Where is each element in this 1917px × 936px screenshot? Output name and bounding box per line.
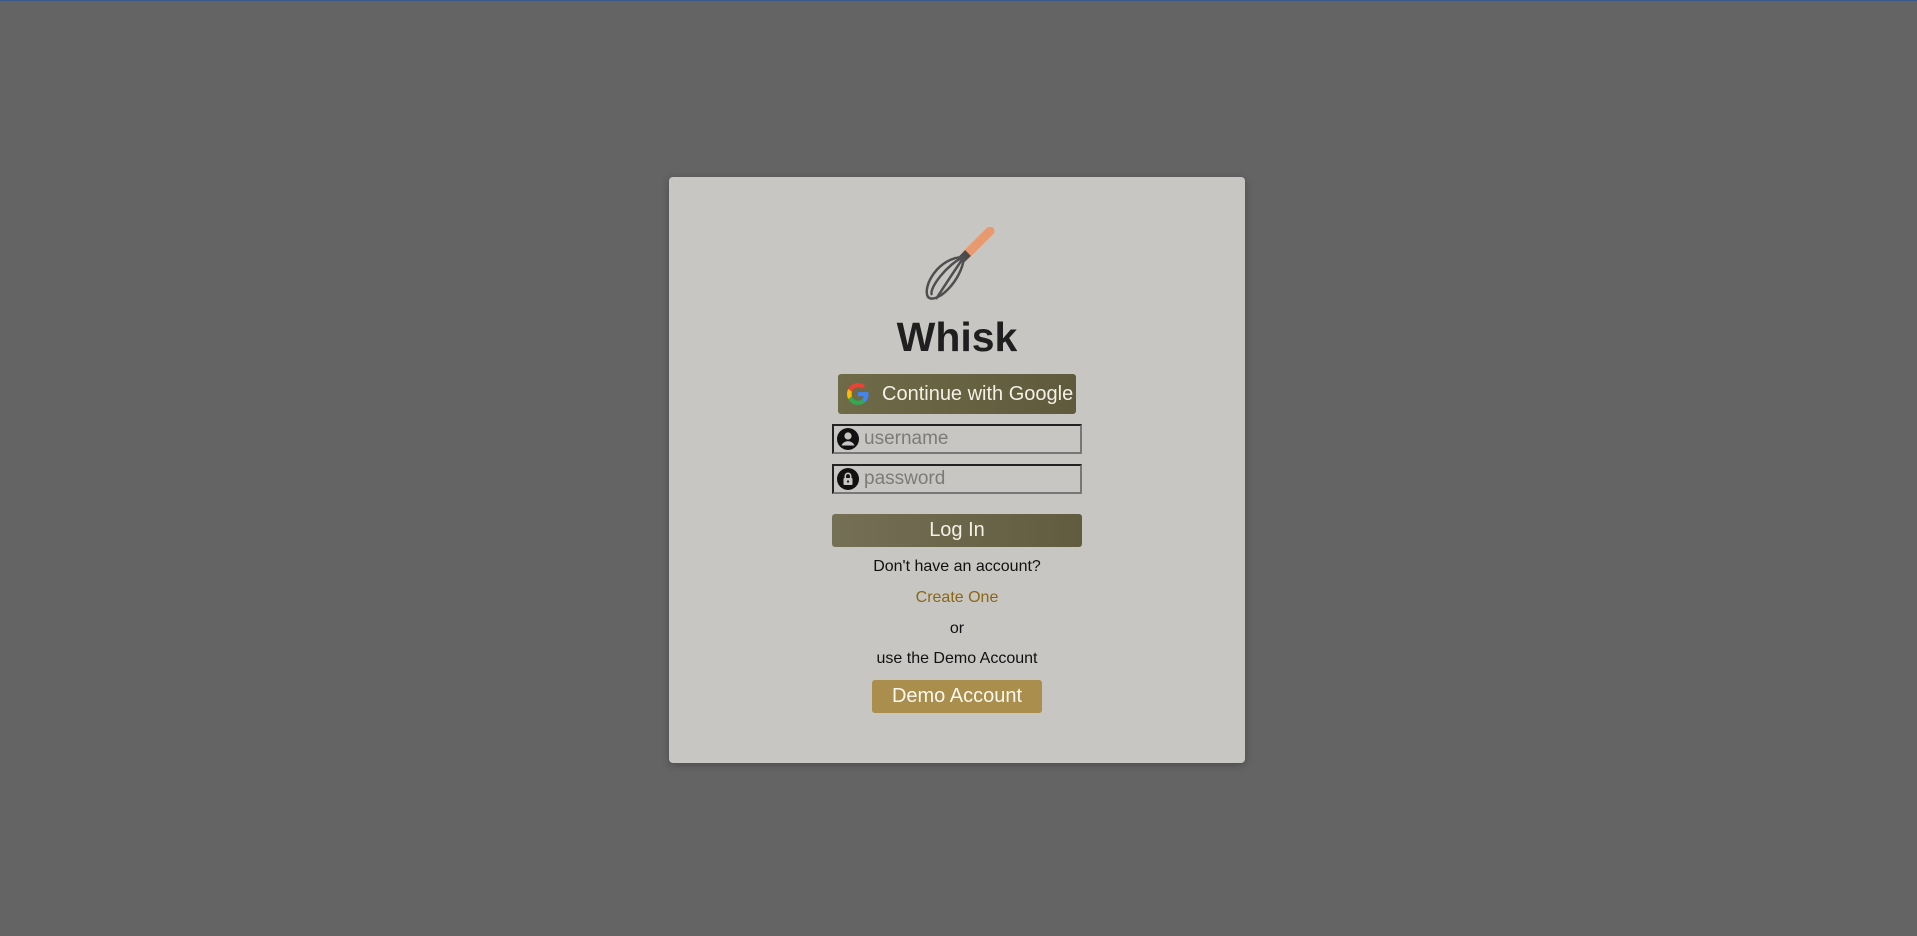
lock-icon [837,468,859,490]
demo-account-text: use the Demo Account [876,650,1038,667]
continue-with-google-button[interactable]: Continue with Google [838,374,1076,414]
username-input[interactable] [864,428,1074,450]
username-field[interactable] [832,424,1082,454]
user-icon [837,428,859,450]
create-account-link[interactable]: Create One [669,589,1245,607]
google-button-label: Continue with Google [882,382,1074,405]
login-modal: Whisk Continue with Google Log In Don't … [669,177,1245,763]
google-icon [847,383,869,405]
password-field[interactable] [832,464,1082,494]
app-title: Whisk [896,314,1018,360]
no-account-text: Don't have an account? [873,558,1041,575]
whisk-icon [925,227,995,300]
login-button[interactable]: Log In [832,514,1082,547]
demo-account-button[interactable]: Demo Account [872,680,1042,713]
or-separator-text: or [949,620,965,637]
password-input[interactable] [864,468,1074,490]
